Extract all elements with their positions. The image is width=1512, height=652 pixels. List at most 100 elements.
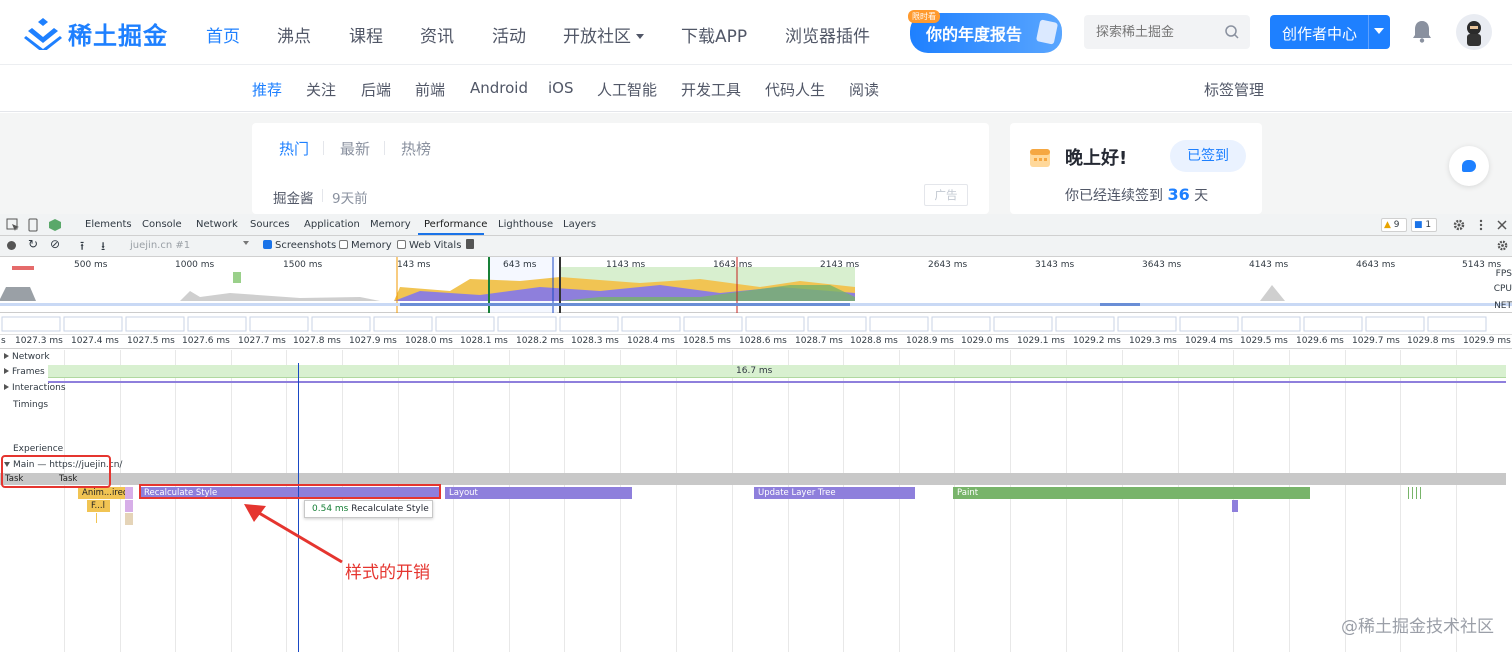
category-reading[interactable]: 阅读 <box>849 79 879 100</box>
close-icon[interactable] <box>1495 218 1509 232</box>
meta-divider <box>322 189 323 202</box>
page: { "header": { "logo_text": "稀土掘金", "nav"… <box>0 0 1512 652</box>
upload-icon[interactable]: ⭱ <box>80 237 84 258</box>
small-event-bar[interactable] <box>125 487 133 499</box>
tab-lighthouse[interactable]: Lighthouse <box>498 219 553 230</box>
overview-label: 1643 ms <box>713 260 753 270</box>
track-timings[interactable]: Timings <box>13 400 48 410</box>
more-icon[interactable] <box>1474 218 1488 232</box>
animation-frame-bar[interactable]: Anim...ired <box>78 487 132 499</box>
checkbox-icon <box>339 240 348 249</box>
grid-line <box>1066 350 1067 652</box>
category-recommended[interactable]: 推荐 <box>252 79 282 100</box>
signed-in-button[interactable]: 已签到 <box>1170 140 1246 172</box>
nav-download-app[interactable]: 下载APP <box>681 22 747 47</box>
download-icon[interactable]: ⭳ <box>101 237 105 258</box>
tab-sources[interactable]: Sources <box>250 219 290 230</box>
tab-memory[interactable]: Memory <box>370 219 411 230</box>
grid-line <box>231 350 232 652</box>
reload-icon[interactable]: ↻ <box>28 237 38 251</box>
track-network[interactable]: Network <box>4 352 50 362</box>
grid-line <box>954 350 955 652</box>
track-frames[interactable]: Frames <box>4 367 45 377</box>
nav-browser-extension[interactable]: 浏览器插件 <box>785 22 870 47</box>
extension-icon[interactable] <box>48 218 62 232</box>
gear-icon[interactable] <box>1452 218 1466 232</box>
search-box[interactable] <box>1084 15 1250 49</box>
tab-performance[interactable]: Performance <box>424 219 487 230</box>
web-vitals-checkbox[interactable]: Web Vitals <box>397 240 461 251</box>
tab-hot[interactable]: 热门 <box>279 138 309 159</box>
category-dev-tools[interactable]: 开发工具 <box>681 79 741 100</box>
tab-console[interactable]: Console <box>142 219 182 230</box>
signin-card: 晚上好! 已签到 你已经连续签到 36 天 <box>1010 123 1262 214</box>
ruler-label: 1029.9 ms <box>1463 336 1511 346</box>
small-event-bar[interactable] <box>125 513 133 525</box>
main-content: 热门 最新 热榜 掘金酱 9天前 广告 晚上好! 已签到 你已经连续签到 36 … <box>0 113 1512 214</box>
search-input[interactable] <box>1084 15 1224 49</box>
messages-badge[interactable]: ■ 1 <box>1411 218 1437 232</box>
nav-news[interactable]: 资讯 <box>420 22 454 47</box>
nav-home[interactable]: 首页 <box>206 22 240 47</box>
tab-layers[interactable]: Layers <box>563 219 596 230</box>
memory-checkbox[interactable]: Memory <box>339 240 392 251</box>
chat-icon[interactable] <box>1449 146 1489 186</box>
flame-chart[interactable]: Network 16.7 ms Frames Interactions Timi… <box>0 350 1512 652</box>
nav-courses[interactable]: 课程 <box>349 22 383 47</box>
tab-latest[interactable]: 最新 <box>340 138 370 159</box>
logo-icon <box>24 18 62 50</box>
logo[interactable]: 稀土掘金 <box>24 15 168 51</box>
nav-events[interactable]: 活动 <box>492 22 526 47</box>
clear-icon[interactable]: ⊘ <box>50 237 60 251</box>
inspect-icon[interactable] <box>6 218 20 232</box>
profile-select[interactable]: juejin.cn #1 <box>130 240 190 251</box>
timeline-overview[interactable]: 500 ms 1000 ms 1500 ms 143 ms 643 ms 114… <box>0 257 1512 313</box>
tab-elements[interactable]: Elements <box>85 219 132 230</box>
warnings-badge[interactable]: ▲ 9 <box>1381 218 1407 232</box>
category-ios[interactable]: iOS <box>548 79 574 97</box>
layout-bar[interactable]: Layout <box>445 487 632 499</box>
streak-prefix: 你已经连续签到 <box>1065 188 1163 204</box>
grid-line <box>175 350 176 652</box>
caret-down-icon[interactable] <box>1374 28 1384 34</box>
article-author[interactable]: 掘金酱 <box>273 187 314 207</box>
category-code-life[interactable]: 代码人生 <box>765 79 825 100</box>
tab-ranking[interactable]: 热榜 <box>401 138 431 159</box>
category-android[interactable]: Android <box>470 79 528 97</box>
category-backend[interactable]: 后端 <box>361 79 391 100</box>
ruler-label: 1028.7 ms <box>795 336 843 346</box>
tab-application[interactable]: Application <box>304 219 360 230</box>
bell-icon[interactable] <box>1411 19 1433 43</box>
small-event-bar[interactable] <box>1232 500 1238 512</box>
nav-community[interactable]: 开放社区 <box>563 22 644 47</box>
tick-mark <box>1408 487 1409 499</box>
small-event-bar[interactable] <box>125 500 133 512</box>
ad-badge: 广告 <box>924 184 968 206</box>
web-vitals-label: Web Vitals <box>409 240 462 251</box>
chevron-down-icon[interactable] <box>243 241 249 245</box>
track-experience[interactable]: Experience <box>13 444 63 454</box>
paint-bar[interactable]: Paint <box>953 487 1310 499</box>
device-toolbar-icon[interactable] <box>26 218 40 232</box>
ruler-label: 1029.3 ms <box>1129 336 1177 346</box>
avatar[interactable] <box>1456 14 1492 50</box>
tab-network[interactable]: Network <box>196 219 238 230</box>
tag-management-link[interactable]: 标签管理 <box>1204 79 1264 100</box>
grid-line <box>509 350 510 652</box>
update-layer-tree-bar[interactable]: Update Layer Tree <box>754 487 915 499</box>
gear-icon[interactable] <box>1496 239 1509 252</box>
trash-icon[interactable] <box>466 239 474 249</box>
annual-report-banner[interactable]: 限时看 你的年度报告 <box>908 10 1062 53</box>
category-frontend[interactable]: 前端 <box>415 79 445 100</box>
function-call-bar[interactable]: F...l <box>87 500 110 512</box>
frames-bar[interactable] <box>48 365 1506 378</box>
nav-pins[interactable]: 沸点 <box>277 22 311 47</box>
creator-center-button[interactable]: 创作者中心 <box>1270 15 1390 49</box>
search-icon[interactable] <box>1224 24 1240 40</box>
screenshots-checkbox[interactable]: Screenshots <box>263 240 336 251</box>
category-following[interactable]: 关注 <box>306 79 336 100</box>
tooltip-label: Recalculate Style <box>351 504 429 514</box>
category-ai[interactable]: 人工智能 <box>597 79 657 100</box>
track-interactions[interactable]: Interactions <box>4 383 66 393</box>
record-icon[interactable] <box>7 241 16 250</box>
